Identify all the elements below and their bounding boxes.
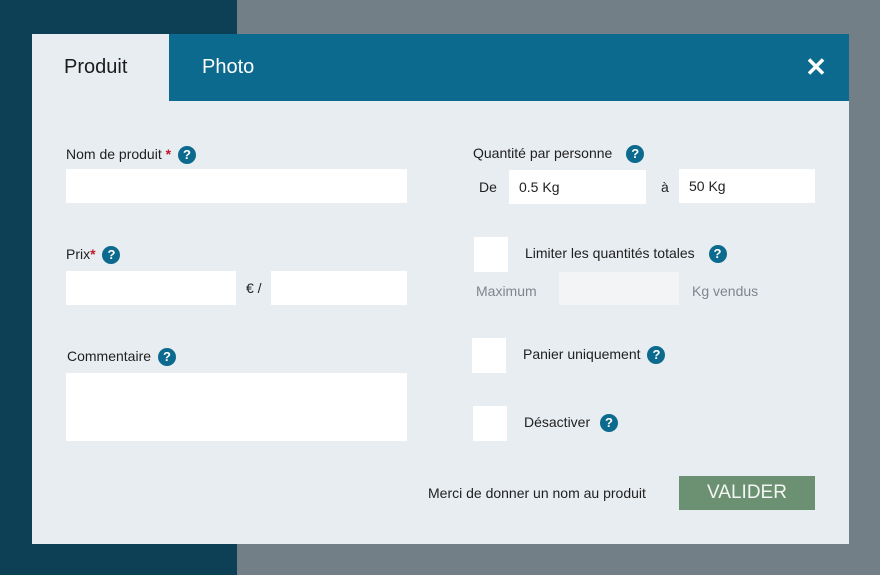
quantity-to-label: à [661, 179, 669, 195]
maximum-input[interactable] [559, 272, 679, 305]
help-icon[interactable]: ? [626, 145, 645, 164]
help-icon[interactable]: ? [157, 348, 176, 367]
help-icon[interactable]: ? [102, 246, 121, 265]
help-icon[interactable]: ? [647, 346, 666, 365]
help-icon[interactable]: ? [708, 245, 727, 264]
help-icon[interactable]: ? [177, 146, 196, 165]
required-icon: * [90, 246, 96, 262]
basket-only-field-label: Panier uniquement ? [523, 346, 666, 365]
tab-produit[interactable]: Produit [32, 34, 169, 101]
comment-field-label: Commentaire ? [67, 348, 176, 367]
limit-field-label: Limiter les quantités totales ? [525, 245, 727, 264]
price-label: Prix [66, 246, 91, 262]
price-unit-input[interactable] [271, 271, 407, 305]
comment-textarea[interactable] [66, 373, 407, 441]
disable-field-label: Désactiver ? [524, 414, 619, 433]
maximum-unit-label: Kg vendus [692, 283, 759, 299]
maximum-label: Maximum [476, 283, 537, 299]
product-name-input[interactable] [66, 169, 407, 203]
required-icon: * [165, 146, 172, 162]
product-name-label: Nom de produit [66, 146, 162, 162]
disable-checkbox[interactable] [473, 406, 507, 441]
product-name-field-label: Nom de produit * ? [66, 146, 196, 165]
basket-only-label: Panier uniquement [523, 346, 641, 362]
basket-only-checkbox[interactable] [472, 338, 506, 373]
comment-label: Commentaire [67, 348, 152, 364]
quantity-from-input[interactable] [509, 170, 646, 204]
quantity-to-input[interactable] [679, 169, 815, 203]
tab-photo[interactable]: Photo [202, 34, 254, 101]
limit-checkbox[interactable] [474, 237, 508, 272]
submit-button[interactable]: VALIDER [679, 476, 815, 510]
quantity-field-label: Quantité par personne ? [473, 145, 645, 164]
quantity-label: Quantité par personne [473, 145, 613, 161]
quantity-from-label: De [479, 179, 497, 195]
validation-message: Merci de donner un nom au produit [428, 485, 646, 501]
currency-separator: € / [246, 280, 262, 296]
tab-bar: Produit Photo ✕ [32, 34, 849, 101]
disable-label: Désactiver [524, 414, 591, 430]
help-icon[interactable]: ? [600, 414, 619, 433]
product-dialog: Produit Photo ✕ Nom de produit * ? Prix*… [32, 34, 849, 544]
limit-label: Limiter les quantités totales [525, 245, 695, 261]
price-field-label: Prix* ? [66, 246, 121, 265]
close-icon[interactable]: ✕ [805, 54, 827, 80]
price-input[interactable] [66, 271, 236, 305]
